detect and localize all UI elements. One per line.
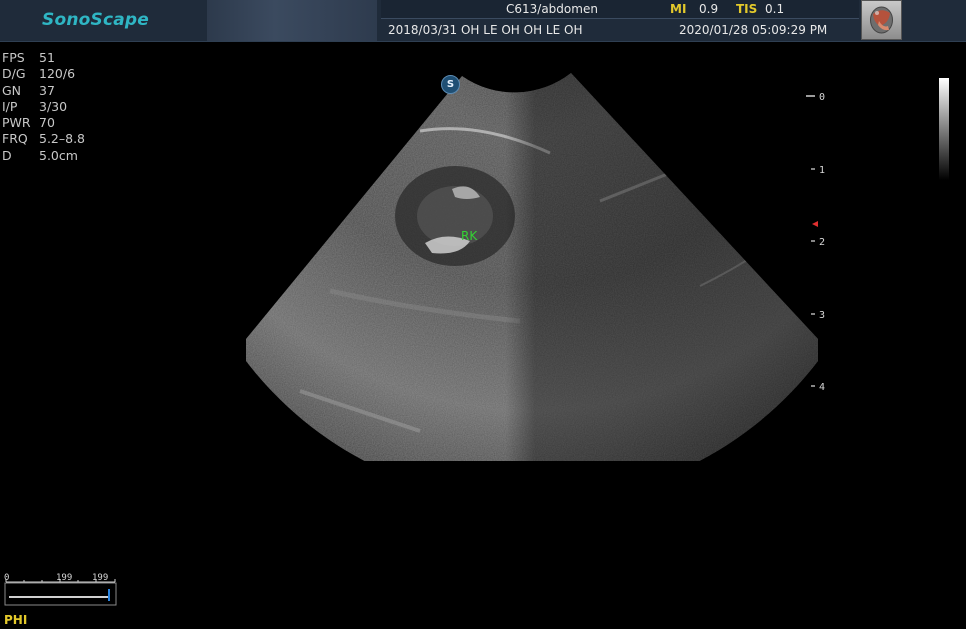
exam-datetime: 2020/01/28 05:09:29 PM: [679, 23, 828, 37]
hospital-banner: [207, 0, 377, 41]
exam-type-button[interactable]: [861, 0, 902, 40]
patient-info: 2018/03/31 OH LE OH OH LE OH: [388, 23, 583, 37]
depth-tick-2: 2: [819, 237, 825, 248]
depth-tick-0: 0: [819, 92, 825, 103]
phi-slider-thumb: [108, 589, 110, 601]
phi-scale-mid: 199: [56, 573, 72, 583]
phi-label: PHI: [4, 613, 28, 627]
phi-scale-left: 0: [4, 573, 9, 583]
phi-slider-panel[interactable]: 0 199 199: [4, 572, 117, 606]
sector-scan: [246, 73, 818, 461]
tis-label: TIS: [736, 2, 758, 16]
tis-value: 0.1: [765, 2, 785, 16]
phi-slider[interactable]: 0 199 199: [4, 572, 117, 606]
probe-info-box: [381, 0, 859, 19]
grayscale-bar: [939, 78, 949, 180]
sonoscape-logo: SonoScape: [42, 10, 149, 30]
depth-tick-3: 3: [819, 310, 825, 321]
top-status-bar: SonoScape C613/abdomen MI 0.9 TIS 0.1 20…: [0, 0, 966, 42]
depth-tick-1: 1: [819, 165, 825, 176]
annotation-rk[interactable]: RK: [461, 229, 477, 243]
focus-marker-icon: [812, 221, 818, 227]
phi-scale-right: 199: [92, 573, 108, 583]
mi-label: MI: [670, 2, 687, 16]
organ-kidney-icon: [870, 6, 893, 34]
ultrasound-image[interactable]: 0 1 2 3 4: [0, 41, 966, 601]
depth-tick-4: 4: [819, 382, 825, 393]
orientation-marker: S: [441, 75, 460, 94]
mi-value: 0.9: [699, 2, 719, 16]
probe-preset[interactable]: C613/abdomen: [506, 2, 598, 16]
